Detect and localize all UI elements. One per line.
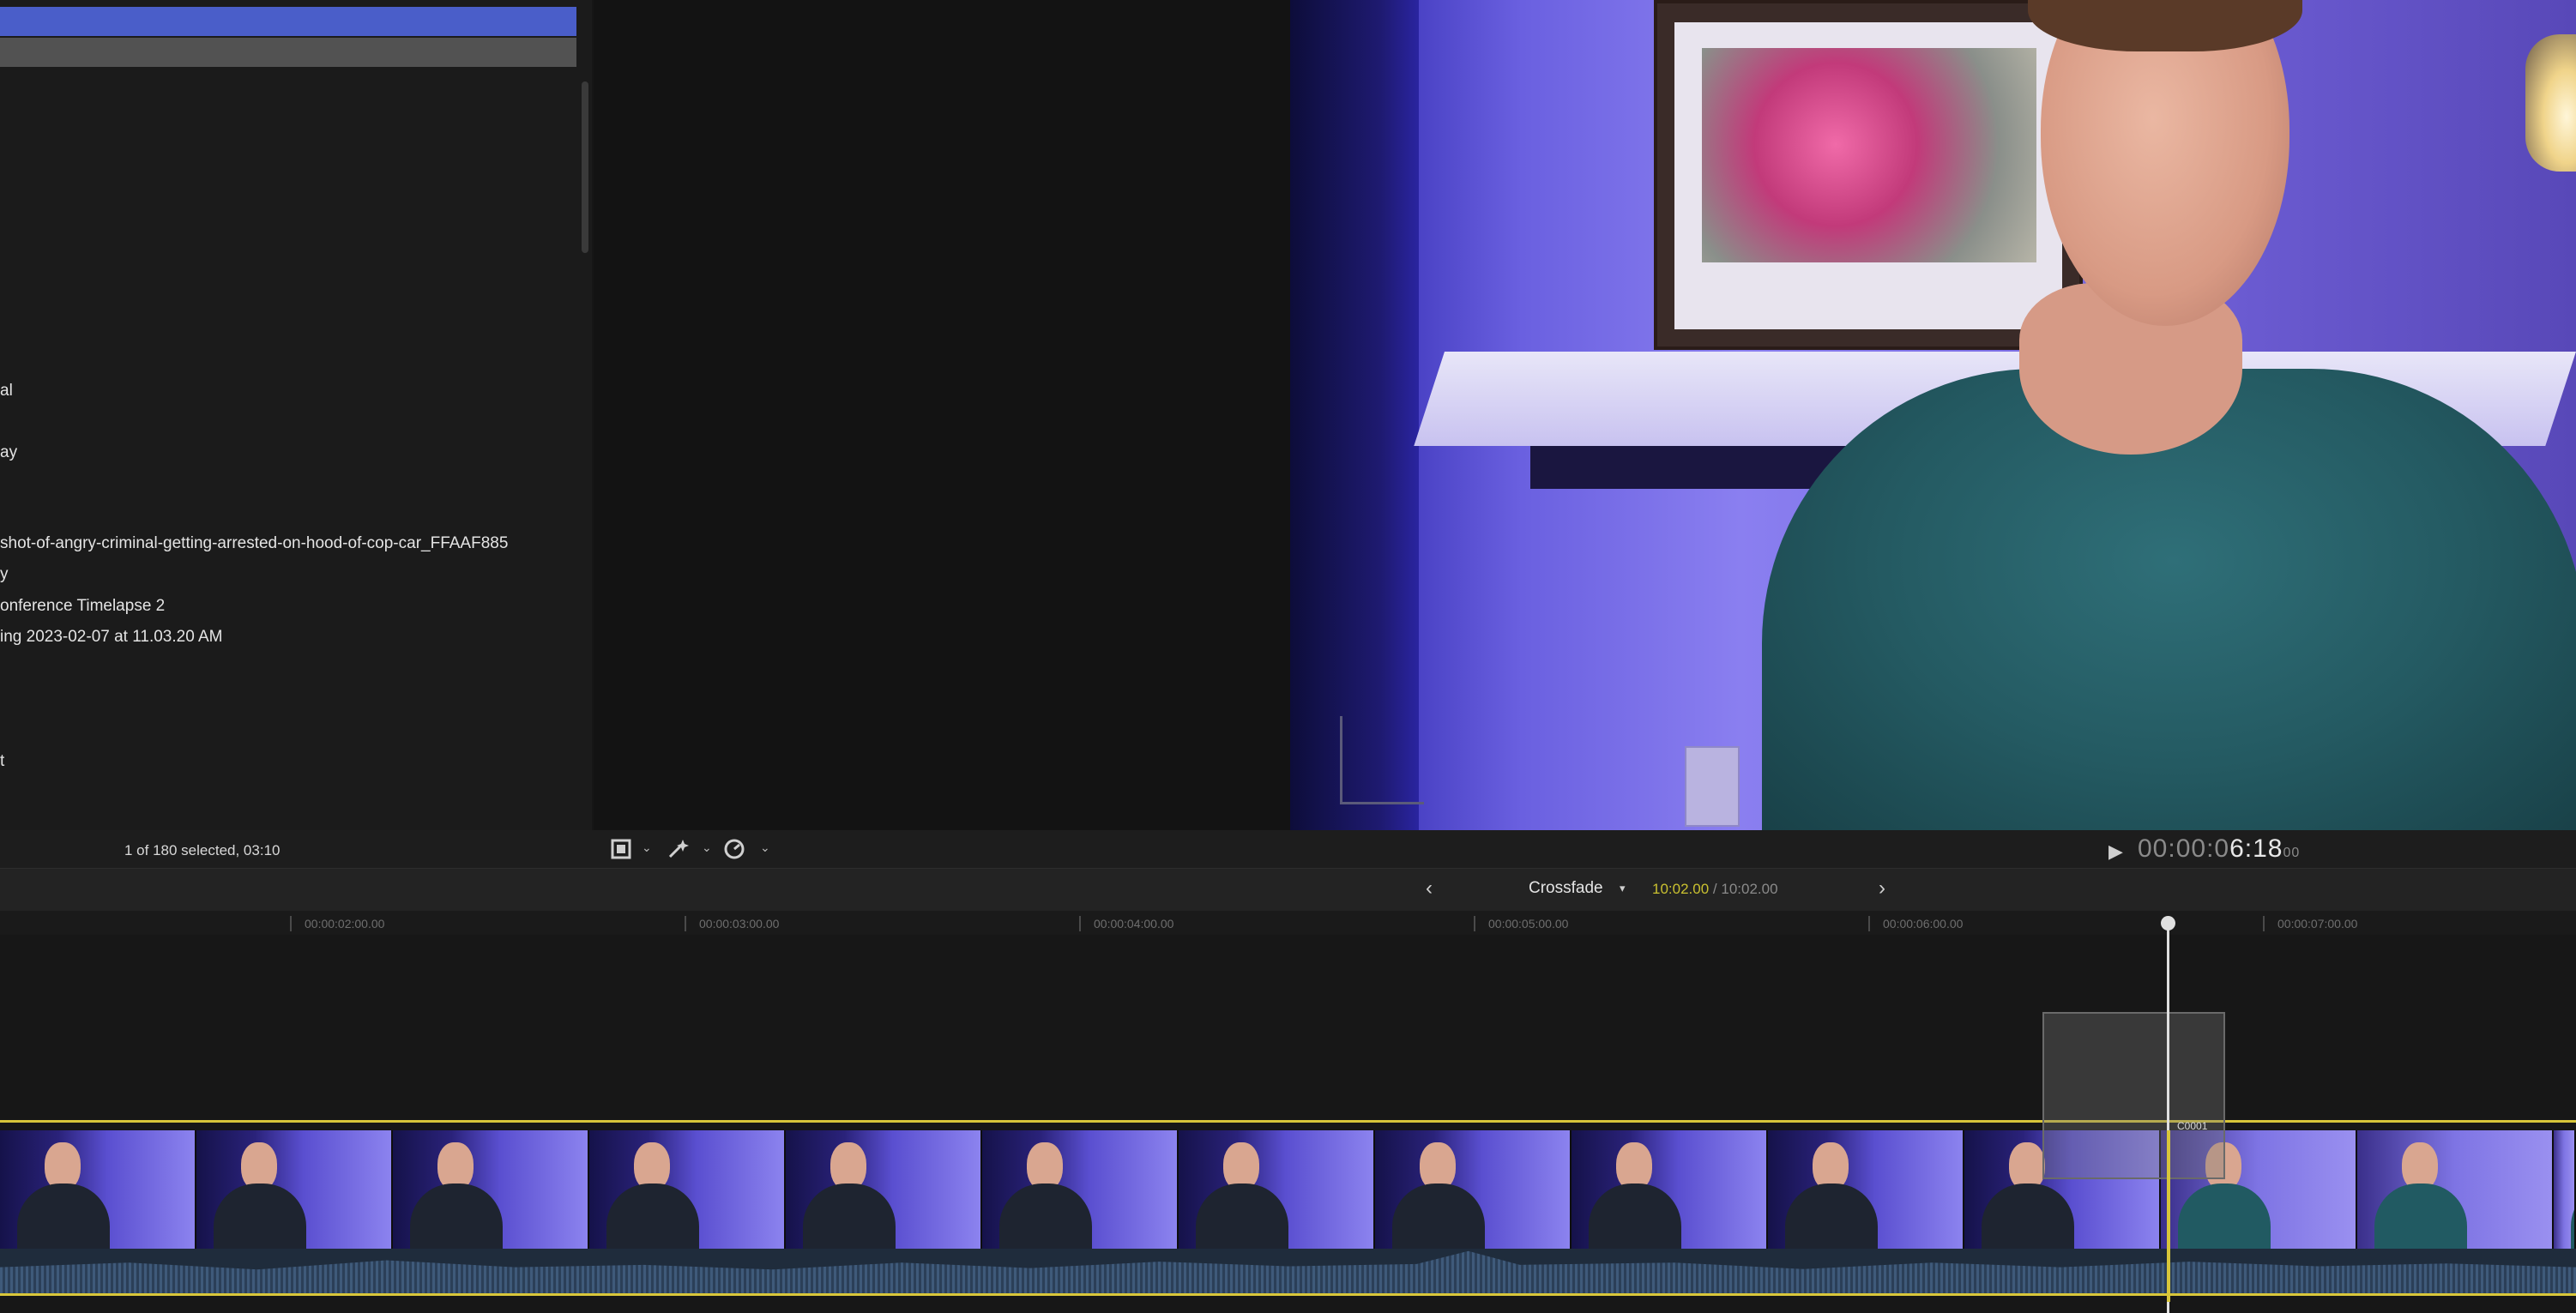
crop-transform-icon[interactable] (609, 837, 633, 861)
clip-thumbnail (2357, 1130, 2554, 1249)
play-icon[interactable]: ▶ (2108, 840, 2123, 863)
chevron-down-icon[interactable]: ⌄ (642, 840, 652, 855)
list-item[interactable]: al (0, 376, 576, 407)
speedometer-icon[interactable] (722, 837, 746, 861)
chevron-down-icon[interactable]: ⌄ (702, 840, 712, 855)
list-item[interactable]: t (0, 746, 576, 777)
selected-row-highlight[interactable] (0, 7, 576, 36)
timecode-prefix: 00:00:0 (2138, 834, 2230, 863)
list-item[interactable]: ay (0, 437, 576, 468)
clip-thumbnail (393, 1130, 589, 1249)
list-item-label: onference Timelapse 2 (0, 597, 166, 615)
chevron-down-icon[interactable]: ⌄ (760, 840, 770, 855)
list-item[interactable]: onference Timelapse 2 (0, 591, 576, 622)
chevron-left-icon[interactable]: ‹ (1426, 876, 1433, 900)
secondary-row-highlight[interactable] (0, 38, 576, 67)
ruler-tick-label: 00:00:06:00.00 (1883, 917, 1964, 931)
duration-total: 10:02.00 (1721, 881, 1778, 897)
viewer-lamp (2525, 34, 2576, 172)
clip-thumbnail (1179, 1130, 1375, 1249)
transition-duration: 10:02.00 / 10:02.00 (1652, 881, 1778, 898)
clip-thumbnail (1768, 1130, 1964, 1249)
chevron-down-icon[interactable]: ▾ (1620, 882, 1626, 895)
timecode-frames: 00 (2283, 846, 2301, 860)
clip-thumbnail (0, 1130, 196, 1249)
browser-scrollbar[interactable] (582, 81, 588, 253)
clip-thumbnail (2554, 1130, 2576, 1249)
ruler-tick (2263, 916, 2265, 931)
edit-point-marker[interactable] (2167, 1130, 2170, 1302)
ruler-tick (1079, 916, 1081, 931)
viewer-picture-frame (1654, 0, 2083, 350)
ruler-tick (685, 916, 686, 931)
timecode-main: 6:18 (2229, 834, 2283, 863)
video-viewer[interactable] (1290, 0, 2576, 830)
list-item-label: ay (0, 443, 18, 461)
timeline-ruler[interactable] (0, 911, 2576, 935)
selection-status: 1 of 180 selected, 03:10 (124, 842, 281, 858)
ruler-tick-label: 00:00:03:00.00 (699, 917, 780, 931)
transition-drag-preview[interactable] (2042, 1012, 2225, 1179)
ruler-tick (1868, 916, 1870, 931)
ruler-tick-label: 00:00:04:00.00 (1094, 917, 1174, 931)
ruler-tick (290, 916, 292, 931)
ruler-tick-label: 00:00:05:00.00 (1488, 917, 1569, 931)
clip-selection-border-bottom (0, 1293, 2576, 1296)
list-item-label: ing 2023-02-07 at 11.03.20 AM (0, 628, 223, 646)
clip-thumbnail (196, 1130, 393, 1249)
ruler-tick-label: 00:00:02:00.00 (305, 917, 385, 931)
list-item[interactable]: shot-of-angry-criminal-getting-arrested-… (0, 528, 576, 559)
duration-separator: / (1709, 881, 1722, 897)
clip-thumbnail (1572, 1130, 1768, 1249)
viewer-corner-guide (1340, 716, 1424, 804)
list-item-label: al (0, 382, 13, 400)
list-item-label: shot-of-angry-criminal-getting-arrested-… (0, 534, 509, 552)
flower-photo (1702, 48, 2036, 262)
list-item-label: t (0, 752, 5, 770)
timeline-header (0, 868, 2576, 912)
ruler-tick-label: 00:00:07:00.00 (2277, 917, 2358, 931)
inspector-empty-panel (594, 0, 1290, 830)
wall-outlet (1685, 746, 1740, 827)
list-item[interactable]: y (0, 559, 576, 590)
viewer-timecode: 00:00:06:1800 (2138, 834, 2300, 864)
library-browser: al ay shot-of-angry-criminal-getting-arr… (0, 0, 592, 830)
ruler-tick (1474, 916, 1475, 931)
magic-wand-icon[interactable] (666, 837, 690, 861)
clip-name-label: C0001 (2177, 1120, 2208, 1132)
chevron-right-icon[interactable]: › (1879, 876, 1885, 900)
clip-thumbnail (982, 1130, 1179, 1249)
transition-name[interactable]: Crossfade (1529, 879, 1603, 898)
clip-thumbnail (589, 1130, 786, 1249)
clip-thumbnail (1375, 1130, 1572, 1249)
viewer-wall-shadow (1290, 0, 1419, 830)
clip-thumbnail (786, 1130, 982, 1249)
list-item[interactable]: ing 2023-02-07 at 11.03.20 AM (0, 622, 576, 653)
duration-current: 10:02.00 (1652, 881, 1710, 897)
list-item-label: y (0, 565, 9, 583)
